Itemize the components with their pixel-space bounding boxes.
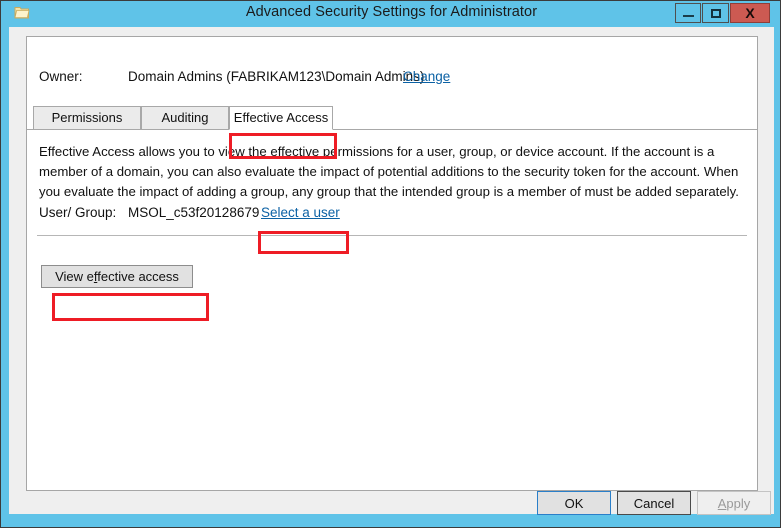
description-text: Effective Access allows you to view the … [39, 144, 739, 199]
close-button[interactable]: X [730, 3, 770, 23]
close-icon: X [745, 5, 755, 21]
minimize-icon [683, 15, 694, 17]
tab-effective-access[interactable]: Effective Access [229, 106, 333, 130]
view-effective-access-button[interactable]: View effective access [41, 265, 193, 288]
tab-strip: Permissions Auditing Effective Access [27, 106, 757, 130]
maximize-icon [711, 9, 721, 18]
apply-button: Apply [697, 491, 771, 515]
ok-button[interactable]: OK [537, 491, 611, 515]
select-user-text-pre: Select a [261, 205, 314, 220]
horizontal-separator [37, 235, 747, 236]
apply-label-post: pply [726, 495, 751, 511]
window-title: Advanced Security Settings for Administr… [245, 4, 538, 20]
view-effective-access-label-pre: View e [55, 269, 94, 284]
content-panel: Owner: Domain Admins (FABRIKAM123\Domain… [26, 36, 758, 491]
title-bar: Advanced Security Settings for Administr… [1, 1, 780, 27]
annotation-box-view-effective-access [52, 293, 209, 321]
advanced-security-settings-window: Advanced Security Settings for Administr… [0, 0, 781, 528]
tab-auditing[interactable]: Auditing [141, 106, 229, 130]
owner-value: Domain Admins (FABRIKAM123\Domain Admins… [128, 69, 425, 84]
view-effective-access-label-post: fective access [97, 269, 179, 284]
tab-permissions[interactable]: Permissions [33, 106, 141, 130]
select-user-text-post: ser [321, 205, 340, 220]
select-user-accel: u [313, 205, 322, 220]
select-a-user-link[interactable]: Select a user [261, 205, 340, 220]
user-group-label: User/ Group: [39, 205, 117, 220]
minimize-button[interactable] [675, 3, 701, 23]
dialog-body: Owner: Domain Admins (FABRIKAM123\Domain… [9, 27, 774, 515]
change-owner-link[interactable]: Change [403, 69, 450, 84]
cancel-button[interactable]: Cancel [617, 491, 691, 515]
user-group-value: MSOL_c53f20128679 [128, 205, 260, 220]
maximize-button[interactable] [702, 3, 729, 23]
owner-label: Owner: [39, 69, 83, 84]
